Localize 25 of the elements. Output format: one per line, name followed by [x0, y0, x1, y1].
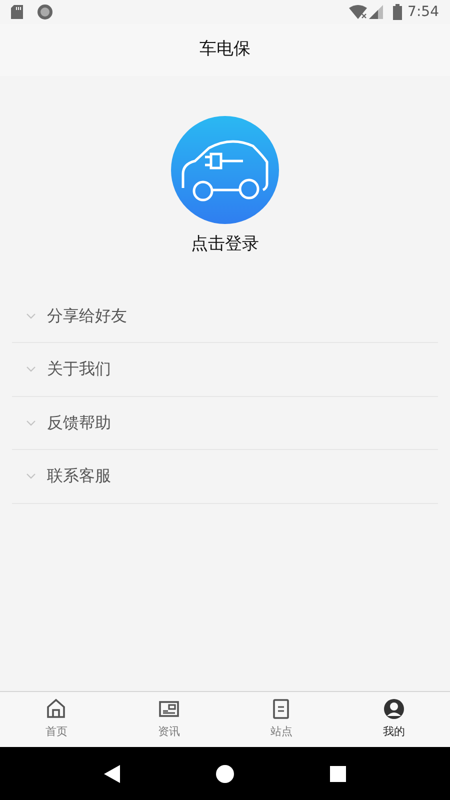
signal-icon — [368, 5, 383, 19]
chevron-icon — [26, 366, 36, 372]
battery-icon — [392, 4, 402, 20]
user-icon — [382, 698, 405, 720]
chevron-icon — [26, 473, 36, 480]
login-link[interactable]: 点击登录 — [191, 232, 259, 258]
sd-card-icon — [11, 5, 23, 19]
recents-icon[interactable] — [330, 766, 346, 782]
circle-status-icon — [37, 4, 53, 20]
chevron-icon — [26, 312, 36, 319]
clock-time: 7:54 — [408, 2, 439, 22]
tab[interactable]: 资讯 — [112, 692, 225, 747]
menu-item[interactable]: 联系客服 — [12, 450, 438, 504]
tab[interactable]: 首页 — [0, 692, 112, 747]
page-title: 车电保 — [200, 38, 250, 62]
tab[interactable]: 站点 — [225, 692, 338, 747]
car-avatar-icon[interactable] — [171, 116, 279, 224]
menu-item[interactable]: 分享给好友 — [12, 290, 438, 343]
menu-item[interactable]: 关于我们 — [12, 343, 438, 396]
home-icon[interactable] — [216, 764, 234, 782]
house-icon — [45, 698, 68, 720]
chevron-icon — [26, 420, 36, 426]
menu-item[interactable]: 反馈帮助 — [12, 396, 438, 450]
tab[interactable]: 我的 — [338, 692, 450, 747]
back-icon[interactable] — [104, 764, 120, 782]
